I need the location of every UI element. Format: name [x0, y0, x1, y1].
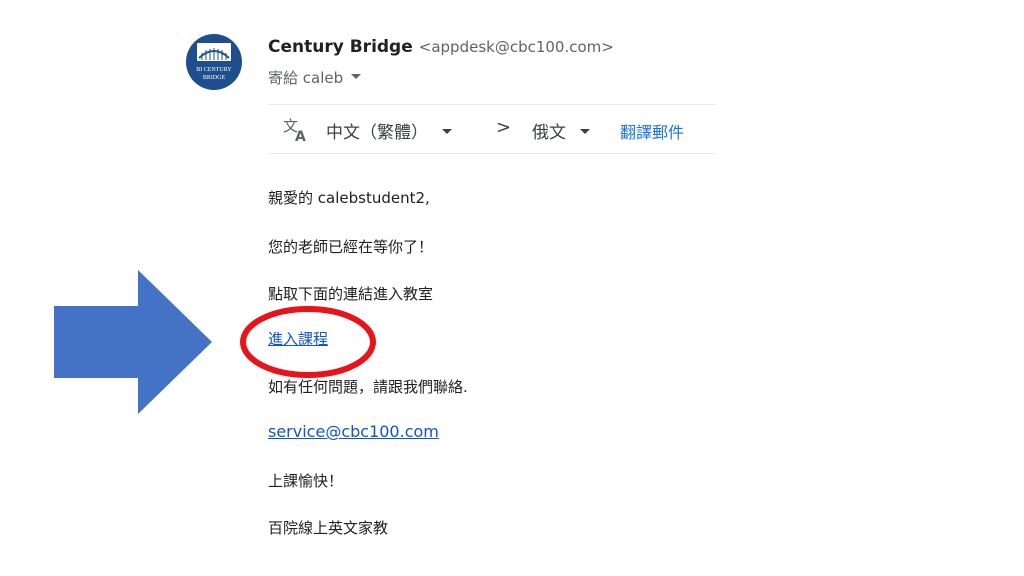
- svg-text:BRIDGE: BRIDGE: [203, 75, 226, 81]
- recipient-label: 寄給 caleb: [268, 69, 344, 87]
- svg-text:BI CENTURY: BI CENTURY: [196, 67, 232, 73]
- sender-email: <appdesk@cbc100.com>: [418, 38, 614, 56]
- chevron-down-icon: [351, 74, 362, 79]
- source-language-label: 中文（繁體）: [326, 123, 428, 143]
- translate-icon: 文 A: [283, 117, 306, 142]
- sender-name[interactable]: Century Bridge: [268, 37, 413, 57]
- body-line-1: 您的老師已經在等你了！: [268, 238, 434, 256]
- chevron-down-icon: [580, 128, 590, 134]
- sender-avatar: BI CENTURY BRIDGE: [186, 34, 242, 90]
- target-language-label: 俄文: [532, 123, 566, 143]
- annotation-circle: [240, 306, 376, 378]
- sender-line: Century Bridge <appdesk@cbc100.com>: [268, 37, 614, 57]
- svg-text:A: A: [295, 129, 306, 142]
- translate-bar: 文 A 中文（繁體） > 俄文 翻譯郵件: [268, 104, 716, 154]
- service-email-link[interactable]: service@cbc100.com: [268, 422, 439, 441]
- greeting: 親愛的 calebstudent2,: [268, 189, 430, 207]
- chevron-down-icon: [442, 128, 452, 134]
- translate-message-button[interactable]: 翻譯郵件: [620, 119, 684, 143]
- annotation-arrow-icon: [54, 270, 212, 414]
- target-language-select[interactable]: 俄文: [532, 118, 590, 143]
- signature: 百院線上英文家教: [268, 519, 389, 537]
- body-line-4: 上課愉快！: [268, 472, 344, 490]
- email-screenshot: BI CENTURY BRIDGE Century Bridge <appdesk…: [0, 0, 1024, 576]
- chevron-right-icon: >: [496, 117, 512, 138]
- annotation-arrow-shape: [54, 270, 212, 414]
- body-line-2: 點取下面的連結進入教室: [268, 285, 434, 303]
- source-language-select[interactable]: 中文（繁體）: [326, 118, 452, 143]
- recipient-details-toggle[interactable]: 寄給 caleb: [268, 67, 362, 88]
